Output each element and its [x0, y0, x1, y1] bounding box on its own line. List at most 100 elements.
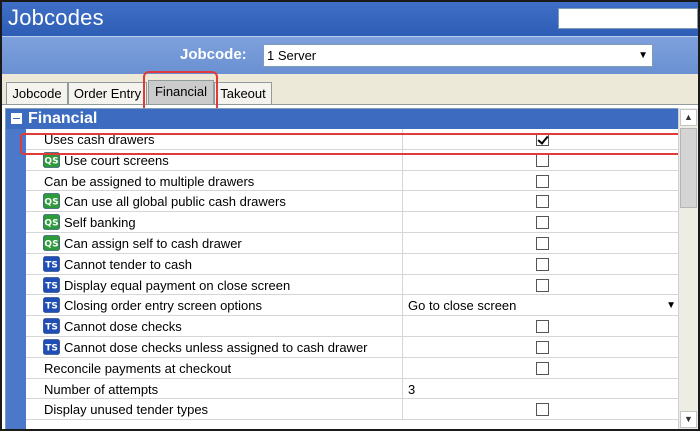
svg-text:TS: TS — [45, 260, 58, 270]
tab-takeout[interactable]: Takeout — [214, 82, 272, 104]
qs-icon: QS — [43, 235, 60, 251]
row-gutter — [6, 129, 26, 429]
jobcode-bar: Jobcode: 1 Server ▼ — [2, 36, 698, 74]
property-checkbox[interactable] — [536, 320, 549, 334]
ts-icon: TS — [43, 255, 60, 272]
property-label: Cannot tender to cash — [64, 256, 192, 272]
property-value-cell[interactable]: 3 — [404, 379, 680, 399]
tab-jobcode[interactable]: Jobcode — [6, 82, 68, 104]
property-label-cell: Can be assigned to multiple drawers — [26, 170, 403, 191]
ts-icon: TS — [43, 318, 60, 334]
scroll-down-icon[interactable]: ▼ — [680, 411, 697, 428]
property-label: Use court screens — [64, 152, 169, 168]
property-label: Reconcile payments at checkout — [44, 360, 232, 376]
property-label-cell: TS Closing order entry screen options — [26, 295, 403, 316]
svg-text:TS: TS — [45, 343, 58, 353]
scroll-up-icon[interactable]: ▲ — [680, 109, 697, 126]
property-row: TS Cannot tender to cash — [26, 253, 680, 275]
property-checkbox[interactable] — [536, 153, 549, 167]
property-value-cell — [404, 212, 680, 232]
property-row: QS Self banking — [26, 212, 680, 233]
property-checkbox[interactable] — [536, 257, 549, 271]
tab-order-entry[interactable]: Order Entry — [68, 82, 147, 104]
property-value-cell — [404, 233, 680, 253]
property-row: Number of attempts 3 — [26, 378, 680, 400]
qs-icon: QS — [43, 193, 60, 210]
property-label-cell: QS Can assign self to cash drawer — [26, 232, 403, 253]
property-value-cell — [404, 171, 680, 191]
property-value-cell — [404, 316, 680, 336]
property-row: Can be assigned to multiple drawers — [26, 170, 680, 192]
property-row: QS Can assign self to cash drawer — [26, 232, 680, 254]
property-text-value: 3 — [408, 381, 416, 397]
vertical-scrollbar[interactable]: ▲ ▼ — [678, 108, 698, 429]
tab-strip: Jobcode Order Entry Financial Takeout — [2, 74, 698, 105]
ts-icon: TS — [43, 276, 60, 293]
collapse-icon[interactable] — [11, 113, 22, 124]
jobcode-select[interactable]: 1 Server ▼ — [263, 44, 653, 67]
property-label: Can assign self to cash drawer — [64, 235, 242, 251]
svg-text:QS: QS — [44, 198, 58, 208]
property-row: TS Display equal payment on close screen — [26, 274, 680, 296]
property-select-value: Go to close screen — [408, 298, 517, 314]
property-label-cell: QS Can use all global public cash drawers — [26, 191, 403, 212]
property-label: Cannot dose checks — [64, 319, 182, 335]
ts-icon: TS — [43, 297, 60, 314]
property-checkbox[interactable] — [536, 195, 549, 209]
property-checkbox[interactable] — [536, 403, 549, 417]
svg-text:TS: TS — [45, 323, 58, 333]
property-label: Can be assigned to multiple drawers — [44, 173, 255, 189]
property-value-cell — [404, 191, 680, 211]
svg-text:QS: QS — [44, 156, 58, 166]
property-value-cell — [404, 399, 680, 419]
title-bar: Jobcodes — [2, 2, 698, 36]
jobcodes-window: Jobcodes Jobcode: 1 Server ▼ Jobcode Ord… — [0, 0, 700, 431]
property-value-cell — [404, 358, 680, 378]
property-row: TS Closing order entry screen options Go t… — [26, 295, 680, 317]
property-label: Display unused tender types — [44, 402, 209, 418]
svg-text:QS: QS — [44, 239, 58, 249]
property-label-cell: TS Cannot dose checks — [26, 316, 403, 336]
financial-grid: Financial Uses cash drawers QS Use court s… — [5, 108, 698, 429]
property-rows: Uses cash drawers QS Use court screens Can … — [26, 129, 680, 421]
property-label: Display equal payment on close screen — [64, 277, 291, 293]
property-checkbox[interactable] — [536, 174, 549, 188]
section-header: Financial — [6, 109, 680, 129]
property-row: QS Can use all global public cash drawers — [26, 191, 680, 213]
jobcode-select-value: 1 Server — [267, 48, 317, 63]
svg-text:TS: TS — [45, 281, 58, 291]
property-value-cell — [404, 254, 680, 274]
property-label-cell: QS Self banking — [26, 212, 403, 232]
property-value-cell — [404, 275, 680, 295]
property-label-cell: Reconcile payments at checkout — [26, 357, 403, 378]
uses-cash-drawers-highlight — [20, 133, 689, 155]
property-label-cell: Number of attempts — [26, 378, 403, 399]
property-row: Reconcile payments at checkout — [26, 357, 680, 379]
svg-text:QS: QS — [44, 219, 58, 229]
jobcode-label: Jobcode: — [180, 46, 247, 63]
property-label-cell: Display unused tender types — [26, 399, 403, 420]
section-title: Financial — [28, 110, 98, 127]
property-label: Self banking — [64, 215, 136, 231]
property-checkbox[interactable] — [536, 340, 549, 354]
property-label: Closing order entry screen options — [64, 298, 262, 314]
chevron-down-icon[interactable]: ▼ — [666, 300, 676, 311]
property-checkbox[interactable] — [536, 236, 549, 250]
property-label: Cannot dose checks unless assigned to ca… — [64, 339, 368, 355]
property-row: Display unused tender types — [26, 399, 680, 421]
window-title: Jobcodes — [8, 5, 104, 30]
property-checkbox[interactable] — [536, 278, 549, 292]
chevron-down-icon[interactable]: ▼ — [638, 50, 648, 61]
scrollbar-thumb[interactable] — [680, 128, 697, 208]
property-checkbox[interactable] — [536, 216, 549, 230]
property-value-cell — [404, 337, 680, 357]
property-label: Can use all global public cash drawers — [64, 194, 286, 210]
property-checkbox[interactable] — [536, 361, 549, 375]
property-row: TS Cannot dose checks — [26, 316, 680, 337]
property-row: TS Cannot dose checks unless assigned to … — [26, 336, 680, 358]
property-value-cell[interactable]: Go to close screen ▼ — [404, 295, 680, 315]
property-label-cell: TS Cannot dose checks unless assigned to … — [26, 336, 403, 357]
title-search-box[interactable] — [558, 8, 698, 29]
property-label-cell: TS Cannot tender to cash — [26, 253, 403, 274]
property-label: Number of attempts — [44, 381, 159, 397]
